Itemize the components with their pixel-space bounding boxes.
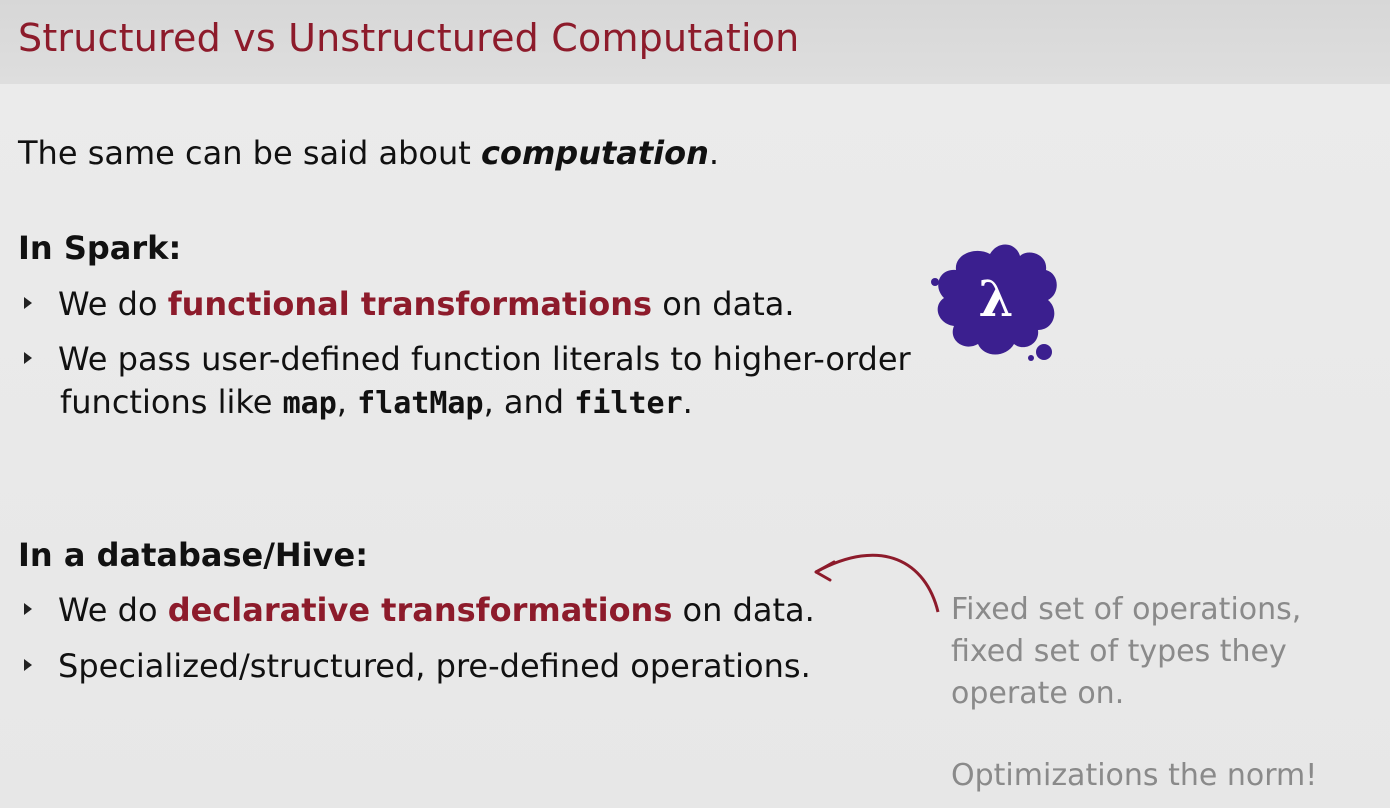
database-heading: In a database/Hive: xyxy=(18,536,368,574)
intro-prefix: The same can be said about xyxy=(18,134,481,172)
bullet-text: Specialized/structured, pre-defined oper… xyxy=(58,647,811,685)
curved-arrow-icon xyxy=(814,553,940,613)
sidenote-line-3: operate on. xyxy=(951,676,1125,711)
bullet-text: on data. xyxy=(672,591,815,629)
bullet-triangle-icon xyxy=(24,352,32,364)
bullet-text: We pass user-defined function literals t… xyxy=(58,340,911,378)
bullet-text: functions like xyxy=(60,383,283,421)
sidenote-line-1: Fixed set of operations, xyxy=(951,592,1302,627)
slide-title: Structured vs Unstructured Computation xyxy=(18,16,800,60)
title-bar: Structured vs Unstructured Computation xyxy=(0,0,1390,84)
slide-body xyxy=(0,84,1390,808)
bullet-text: We do xyxy=(58,591,168,629)
code-map: map xyxy=(282,386,337,421)
bullet-text: We do xyxy=(58,285,168,323)
intro-suffix: . xyxy=(708,134,720,172)
sidenote-line-2: fixed set of types they xyxy=(951,634,1287,669)
spark-bullet-function-literals: We pass user-defined function literals t… xyxy=(24,340,911,378)
spark-heading: In Spark: xyxy=(18,229,182,267)
lambda-splat-icon: λ xyxy=(931,244,1057,361)
sidenote-optimizations: Optimizations the norm! xyxy=(951,758,1318,793)
bullet-triangle-icon xyxy=(24,659,32,671)
code-filter: filter xyxy=(574,386,683,421)
spark-bullet-function-literals-continued: functions like map, flatMap, and filter. xyxy=(60,383,693,421)
bullet-triangle-icon xyxy=(24,603,32,615)
spark-bullet-functional: We do functional transformations on data… xyxy=(24,285,795,323)
code-flatmap: flatMap xyxy=(357,386,484,421)
db-bullet-declarative: We do declarative transformations on dat… xyxy=(24,591,815,629)
intro-emphasis: computation xyxy=(480,134,709,172)
separator: . xyxy=(682,383,693,421)
bullet-text: on data. xyxy=(652,285,795,323)
separator: , and xyxy=(483,383,575,421)
db-bullet-specialized: Specialized/structured, pre-defined oper… xyxy=(24,647,811,685)
bullet-triangle-icon xyxy=(24,297,32,309)
highlight-declarative-transformations: declarative transformations xyxy=(167,591,673,629)
separator: , xyxy=(336,383,358,421)
highlight-functional-transformations: functional transformations xyxy=(167,285,653,323)
lambda-glyph: λ xyxy=(978,269,1013,328)
intro-text: The same can be said about computation. xyxy=(18,134,719,172)
